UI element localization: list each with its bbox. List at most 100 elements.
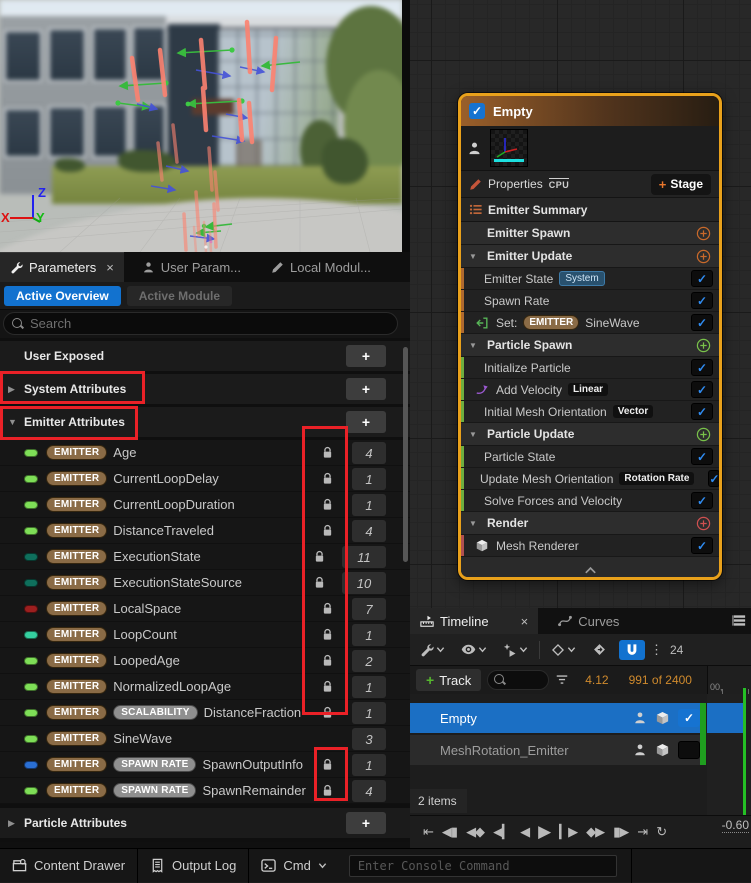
view-options-button[interactable] xyxy=(457,642,491,657)
stage-header[interactable]: ▼ Particle Spawn xyxy=(461,334,719,357)
snapping-magnet-button[interactable] xyxy=(619,640,645,660)
module-row[interactable]: Initialize Particle ✓ xyxy=(461,357,719,379)
emitter-node-header[interactable]: ✓ Empty xyxy=(461,96,719,126)
stage-header[interactable]: ▼ Emitter Update xyxy=(461,245,719,268)
tab-timeline[interactable]: Timeline × xyxy=(410,608,538,634)
output-log-button[interactable]: Output Log xyxy=(138,849,248,883)
parameter-row[interactable]: EMITTER LoopCount 1 xyxy=(0,622,410,648)
active-module-button[interactable]: Active Module xyxy=(127,286,232,306)
header-emitter-attributes[interactable]: ▼ Emitter Attributes + xyxy=(0,407,410,437)
module-checkbox[interactable]: ✓ xyxy=(691,359,713,376)
tab-parameters[interactable]: Parameters × xyxy=(0,252,124,282)
tab-local-modules[interactable]: Local Modul... xyxy=(261,252,381,282)
tab-curves[interactable]: Curves xyxy=(548,608,629,634)
cmd-dropdown[interactable]: Cmd xyxy=(249,849,338,883)
parameter-row[interactable]: EMITTER SCALABILITY DistanceFraction 1 xyxy=(0,700,410,726)
emitter-enabled-checkbox[interactable]: ✓ xyxy=(469,103,485,119)
module-checkbox[interactable]: ✓ xyxy=(691,270,713,287)
track-checkbox[interactable]: ✓ xyxy=(678,709,700,727)
stage-header[interactable]: Emitter Spawn xyxy=(461,222,719,245)
parameter-search[interactable] xyxy=(3,312,398,335)
more-options-button[interactable]: ⋮ xyxy=(647,642,666,658)
keyframe-options-button[interactable] xyxy=(547,641,580,659)
add-parameter-button[interactable]: + xyxy=(346,411,386,433)
person-icon[interactable] xyxy=(633,711,647,725)
module-row[interactable]: Solve Forces and Velocity ✓ xyxy=(461,490,719,512)
expander-arrow[interactable]: ▼ xyxy=(469,252,481,261)
add-module-button[interactable] xyxy=(696,516,711,531)
module-checkbox[interactable]: ✓ xyxy=(691,403,713,420)
emitter-summary-row[interactable]: Emitter Summary xyxy=(461,198,719,222)
playback-options-button[interactable] xyxy=(499,641,532,659)
cube-icon[interactable] xyxy=(655,743,670,758)
transport-button-5[interactable]: ▶ xyxy=(535,822,553,842)
header-system-attributes[interactable]: ▶ System Attributes + xyxy=(0,374,410,404)
cube-icon[interactable] xyxy=(655,711,670,726)
system-overview-graph[interactable]: ✓ Empty Properties CPU + Stage xyxy=(410,0,751,608)
active-overview-button[interactable]: Active Overview xyxy=(4,286,121,306)
close-icon[interactable]: × xyxy=(521,614,529,629)
preview-viewport[interactable]: Z Y X xyxy=(0,0,402,252)
close-icon[interactable]: × xyxy=(106,260,114,275)
playhead[interactable] xyxy=(743,688,746,816)
timeline-track-row[interactable]: MeshRotation_Emitter xyxy=(410,735,700,765)
add-module-button[interactable] xyxy=(696,249,711,264)
fps-label[interactable]: 24 xyxy=(670,643,683,657)
module-row[interactable]: Initial Mesh Orientation Vector ✓ xyxy=(461,401,719,423)
timeline-track-row[interactable]: Empty ✓ xyxy=(410,703,700,733)
module-row[interactable]: Spawn Rate ✓ xyxy=(461,290,719,312)
parameter-row[interactable]: EMITTER SineWave 3 xyxy=(0,726,410,752)
parameter-row[interactable]: EMITTER LoopedAge 2 xyxy=(0,648,410,674)
parameter-row[interactable]: EMITTER ExecutionStateSource 10 xyxy=(0,570,410,596)
add-stage-button[interactable]: + Stage xyxy=(651,174,711,195)
transport-button-7[interactable]: ◆▶ xyxy=(583,824,607,840)
tab-user-parameters[interactable]: User Param... xyxy=(132,252,251,282)
header-user-exposed[interactable]: User Exposed + xyxy=(0,341,410,371)
person-icon[interactable] xyxy=(633,743,647,757)
add-track-button[interactable]: + Track xyxy=(416,669,481,691)
properties-row[interactable]: Properties CPU + Stage xyxy=(461,171,719,198)
module-checkbox[interactable]: ✓ xyxy=(691,314,713,331)
module-row[interactable]: Add Velocity Linear ✓ xyxy=(461,379,719,401)
module-checkbox[interactable]: ✓ xyxy=(691,292,713,309)
module-row[interactable]: Update Mesh Orientation Rotation Rate ✓ xyxy=(461,468,719,490)
emitter-lifetime-bar[interactable] xyxy=(707,703,744,733)
content-drawer-button[interactable]: Content Drawer xyxy=(0,849,137,883)
parameter-row[interactable]: EMITTER SPAWN RATE SpawnRemainder 4 xyxy=(0,778,410,804)
module-row[interactable]: Emitter State System ✓ xyxy=(461,268,719,290)
transport-button-2[interactable]: ◀◆ xyxy=(463,824,487,840)
console-input[interactable] xyxy=(358,859,608,873)
emitter-node-empty[interactable]: ✓ Empty Properties CPU + Stage xyxy=(458,93,722,580)
auto-key-button[interactable] xyxy=(588,640,611,659)
transport-button-6[interactable]: ▎▶ xyxy=(556,824,580,840)
transport-button-0[interactable]: ⇤ xyxy=(420,824,436,840)
parameter-row[interactable]: EMITTER Age 4 xyxy=(0,440,410,466)
collapse-node-button[interactable] xyxy=(461,557,719,580)
settings-wrench-button[interactable] xyxy=(416,641,449,659)
transport-button-3[interactable]: ◀▎ xyxy=(490,824,514,840)
parameter-row[interactable]: EMITTER CurrentLoopDelay 1 xyxy=(0,466,410,492)
module-checkbox[interactable]: ✓ xyxy=(691,448,713,465)
module-row[interactable]: Mesh Renderer ✓ xyxy=(461,535,719,557)
current-time[interactable]: 4.12 xyxy=(585,673,608,687)
transport-button-9[interactable]: ⇥ xyxy=(634,824,650,840)
expander-arrow[interactable]: ▼ xyxy=(469,430,481,439)
parameter-row[interactable]: EMITTER SPAWN RATE SpawnOutputInfo 1 xyxy=(0,752,410,778)
scrollbar[interactable] xyxy=(403,347,408,562)
parameter-row[interactable]: EMITTER DistanceTraveled 4 xyxy=(0,518,410,544)
module-checkbox[interactable]: ✓ xyxy=(691,381,713,398)
expander-arrow[interactable]: ▼ xyxy=(469,519,481,528)
module-row[interactable]: Set: EMITTER SineWave ✓ xyxy=(461,312,719,334)
filter-icon[interactable] xyxy=(555,673,569,687)
module-checkbox[interactable]: ✓ xyxy=(708,470,720,487)
add-module-button[interactable] xyxy=(696,226,711,241)
transport-button-10[interactable]: ↻ xyxy=(653,824,669,840)
emitter-thumbnail[interactable] xyxy=(490,129,528,167)
parameter-row[interactable]: EMITTER ExecutionState 11 xyxy=(0,544,410,570)
parameter-row[interactable]: EMITTER CurrentLoopDuration 1 xyxy=(0,492,410,518)
track-search[interactable] xyxy=(487,670,549,690)
stage-header[interactable]: ▼ Render xyxy=(461,512,719,535)
add-parameter-button[interactable]: + xyxy=(346,812,386,834)
module-row[interactable]: Particle State ✓ xyxy=(461,446,719,468)
stage-header[interactable]: ▼ Particle Update xyxy=(461,423,719,446)
